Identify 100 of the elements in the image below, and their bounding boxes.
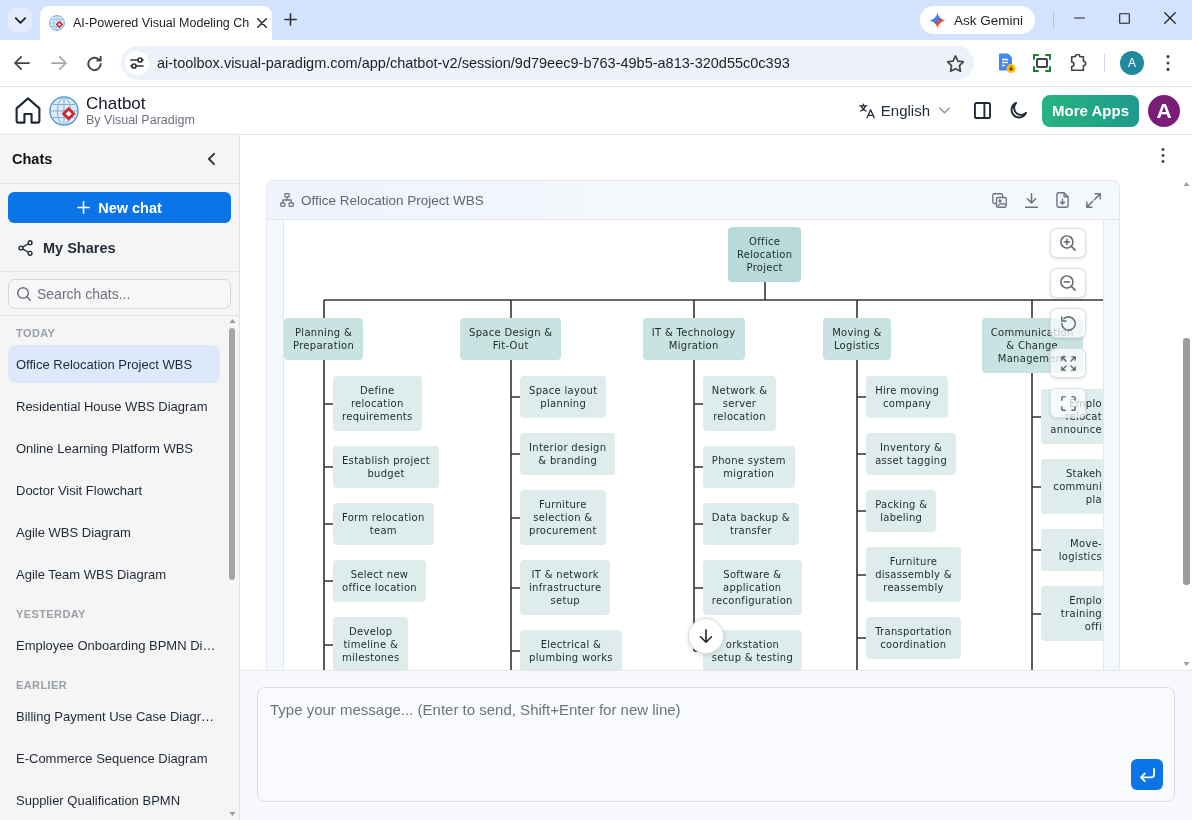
diagram-node: Electrical & plumbing works xyxy=(520,630,622,670)
scrollbar-thumb[interactable] xyxy=(1183,338,1190,585)
diagram-node: Phone system migration xyxy=(702,446,795,488)
chat-item[interactable]: Office Relocation Project WBS xyxy=(8,345,220,383)
zoom-out-icon xyxy=(1060,275,1076,291)
diagram-node: Transportation coordination xyxy=(866,617,961,659)
plus-icon[interactable] xyxy=(284,13,297,26)
user-avatar[interactable]: A xyxy=(1148,94,1180,127)
tune-icon[interactable] xyxy=(125,51,149,75)
scroll-down-icon[interactable] xyxy=(229,812,236,816)
home-icon[interactable] xyxy=(15,97,41,124)
diagram-node: Stakeh communi pla xyxy=(1040,459,1103,514)
my-shares-link[interactable]: My Shares xyxy=(8,233,116,263)
close-icon[interactable] xyxy=(257,18,268,28)
scroll-up-icon[interactable] xyxy=(229,319,236,323)
diagram-node: Planning & Preparation xyxy=(284,318,364,360)
scrollbar-thumb[interactable] xyxy=(229,328,235,580)
more-icon[interactable] xyxy=(1166,55,1170,71)
app-title: Chatbot xyxy=(86,93,147,114)
app-subtitle: By Visual Paradigm xyxy=(86,113,195,128)
language-select[interactable]: English xyxy=(880,102,951,119)
expand-icon[interactable] xyxy=(1086,192,1101,208)
return-icon xyxy=(1139,767,1155,782)
back-icon[interactable] xyxy=(14,56,30,70)
more-icon[interactable] xyxy=(1161,147,1165,163)
diagram-node: IT & network infrastructure setup xyxy=(520,560,611,615)
group-label: EARLIER xyxy=(15,678,69,693)
star-icon[interactable] xyxy=(947,54,964,72)
chat-item[interactable]: E-Commerce Sequence Diagram xyxy=(8,739,220,777)
scroll-up-icon[interactable] xyxy=(1183,182,1190,186)
chevron-left-icon[interactable] xyxy=(208,153,215,165)
zoom-in-icon xyxy=(1060,235,1076,251)
chat-item[interactable]: Billing Payment Use Case Diagr… xyxy=(8,697,220,735)
browser-tab[interactable]: AI-Powered Visual Modeling Ch xyxy=(40,6,272,40)
diagram-node: Inventory & asset tagging xyxy=(866,433,957,475)
diagram-node: IT & Technology Migration xyxy=(642,318,745,360)
url-text: ai-toolbox.visual-paradigm.com/app/chatbot-v2/session/9d79eec9-b763-49b5-a813-320d55c0c393 xyxy=(157,55,790,71)
file-download-icon[interactable] xyxy=(1056,192,1069,208)
download-icon[interactable] xyxy=(1024,192,1039,208)
zoom-in-button[interactable] xyxy=(1050,228,1086,258)
plus-icon xyxy=(77,201,91,214)
chat-item[interactable]: Online Learning Platform WBS xyxy=(8,429,220,467)
group-label: TODAY xyxy=(15,326,57,341)
send-button[interactable] xyxy=(1131,759,1163,790)
diagram-node: Furniture selection & procurement xyxy=(520,490,606,545)
chat-item[interactable]: Agile WBS Diagram xyxy=(8,513,220,551)
diagram-node: Space Design & Fit-Out xyxy=(460,318,562,360)
tab-list-button[interactable] xyxy=(8,8,32,32)
diagram-node: Packing & labeling xyxy=(866,490,937,532)
sidebar-title: Chats xyxy=(12,151,53,167)
ask-gemini-button[interactable]: Ask Gemini xyxy=(919,6,1035,34)
hierarchy-icon xyxy=(280,193,294,207)
chat-item[interactable]: Residential House WBS Diagram xyxy=(8,387,220,425)
chevron-down-icon xyxy=(14,16,26,24)
puzzle-icon[interactable] xyxy=(1069,54,1087,72)
diagram-node: Establish project budget xyxy=(333,446,439,488)
diagram-node: Interior design & branding xyxy=(520,433,616,475)
zoom-out-button[interactable] xyxy=(1050,268,1086,298)
diagram-node: Network & server relocation xyxy=(702,376,777,431)
chevron-down-icon xyxy=(939,107,951,114)
new-chat-button[interactable]: New chat xyxy=(8,192,231,223)
diagram-node: Data backup & transfer xyxy=(702,503,799,545)
diagram-node: Furniture disassembly & reassembly xyxy=(866,547,961,602)
translate-icon xyxy=(858,102,875,119)
copy-image-icon[interactable] xyxy=(992,192,1007,208)
diagram-node: Move- logistics xyxy=(1040,529,1103,571)
diagram-title: Office Relocation Project WBS xyxy=(301,192,484,208)
diagram-node: Software & application reconfiguration xyxy=(702,560,802,615)
diagram-node: Emplo training offi xyxy=(1040,586,1103,641)
search-field[interactable]: Search chats... xyxy=(8,279,231,309)
share-icon xyxy=(18,240,33,256)
maximize-icon[interactable] xyxy=(1119,12,1130,24)
panel-icon[interactable] xyxy=(974,102,992,119)
address-bar[interactable]: ai-toolbox.visual-paradigm.com/app/chatbot-v2/session/9d79eec9-b763-49b5-a813-320d55c0c393 xyxy=(121,46,974,80)
chat-item[interactable]: Supplier Qualification BPMN xyxy=(8,781,220,819)
reload-icon[interactable] xyxy=(87,55,102,71)
moon-icon[interactable] xyxy=(1010,102,1028,119)
diagram-node: Develop timeline & milestones xyxy=(333,617,409,670)
globe-logo-icon xyxy=(49,95,79,126)
chat-item[interactable]: Agile Team WBS Diagram xyxy=(8,555,220,593)
profile-avatar[interactable]: A xyxy=(1120,51,1144,75)
chat-item[interactable]: Doctor Visit Flowchart xyxy=(8,471,220,509)
document-download-icon[interactable] xyxy=(998,53,1016,73)
diagram-node: Form relocation team xyxy=(333,503,434,545)
sparkle-icon xyxy=(928,11,946,29)
scroll-down-icon[interactable] xyxy=(1183,662,1190,666)
diagram-node: Office Relocation Project xyxy=(728,227,802,282)
diagram-node: Hire moving company xyxy=(866,376,949,418)
globe-logo-icon xyxy=(49,15,65,31)
message-input[interactable]: Type your message... (Enter to send, Shift+Enter for new line) xyxy=(257,687,1175,802)
close-icon[interactable] xyxy=(1163,12,1176,24)
arrow-down-icon xyxy=(699,629,713,643)
chat-item[interactable]: Employee Onboarding BPMN Di… xyxy=(8,626,220,664)
diagram-node: Moving & Logistics xyxy=(823,318,891,360)
diagram-node: Space layout planning xyxy=(520,376,607,418)
search-icon xyxy=(17,287,31,301)
diagram-node: Select new office location xyxy=(333,560,426,602)
diagram-node: Define relocation requirements xyxy=(333,376,422,431)
screen-capture-icon[interactable] xyxy=(1033,54,1051,72)
group-label: YESTERDAY xyxy=(15,607,87,622)
